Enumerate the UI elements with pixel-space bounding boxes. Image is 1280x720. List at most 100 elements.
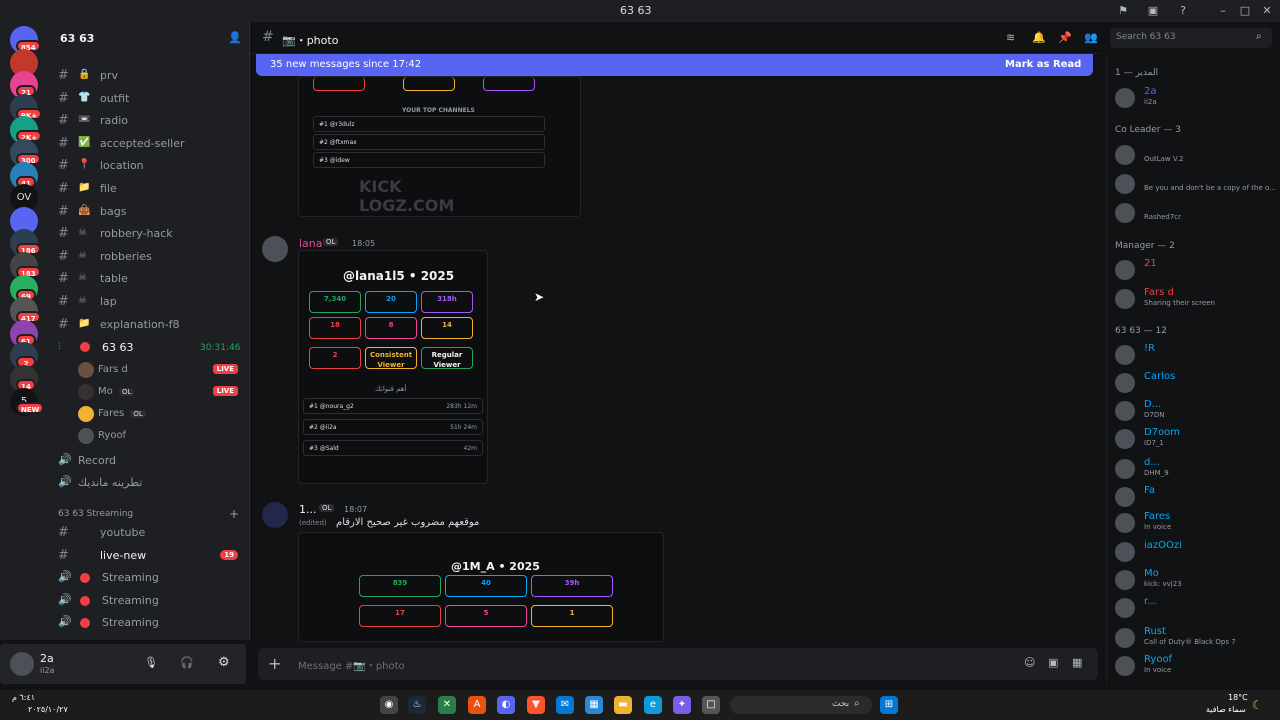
member-item[interactable]: iazOOzi [1111,540,1275,562]
brave-icon[interactable]: ▼ [527,696,545,714]
embed-wrapped-2[interactable]: @lana1l5 • 2025 7,340 20 318h 18 8 14 2 … [298,250,488,484]
speaker-icon: 🔊 [58,475,72,488]
headphones-icon[interactable]: 🎧 [180,656,194,669]
channel-name: youtube [100,526,146,539]
search-input[interactable]: Search 63 63 ⌕ [1110,28,1272,48]
voice-wave-icon: ⫶ [58,340,61,353]
taskbar-search[interactable]: بحث ⌕ [730,696,872,714]
voice-channel-item[interactable]: 🔊 Record [58,451,246,471]
outlook-icon[interactable]: ✉ [556,696,574,714]
channel-name: radio [100,114,129,128]
voice-user-name: Fars d [98,364,128,375]
channel-item[interactable]: # 🔒 prv [58,66,246,86]
channel-item[interactable]: # live-new 19 [58,546,246,566]
embed-wrapped-3[interactable]: @1M_A • 2025 839 40 39h 17 5 1 [298,532,664,642]
bell-icon[interactable]: 🔔 [1032,31,1046,44]
apps-icon[interactable]: ▦ [1072,656,1082,669]
member-item[interactable]: Fa [1111,485,1275,507]
message-author[interactable]: 1... [299,503,317,516]
member-item[interactable]: Rust Call of Duty® Black Ops 7 [1111,626,1275,648]
channel-item[interactable]: # youtube [58,523,246,543]
channel-item[interactable]: # 📁 file [58,179,246,199]
member-item[interactable]: 21 [1111,258,1275,280]
channel-item[interactable]: 🔊 Streaming [58,568,246,588]
message-author[interactable]: lana [299,237,323,250]
members-icon[interactable]: 👥 [1084,31,1098,44]
embed-wrapped-1[interactable]: YOUR TOP CHANNELS #1 @r3dulz #2 @ftxmax … [298,76,581,217]
monitor-icon[interactable]: ▣ [1146,4,1160,18]
voice-channel-item[interactable]: 🔊 تطرينه مانديك [58,473,246,493]
guild-header[interactable]: 63 63 👤 [48,22,250,54]
channel-name: robberies [100,249,152,263]
steam-icon[interactable]: ♨ [408,696,426,714]
taskbar-app-icon[interactable]: ◉ [380,696,398,714]
attach-plus-icon[interactable]: + [268,654,281,673]
channel-item[interactable]: # 👕 outfit [58,89,246,109]
add-channel-icon[interactable]: + [229,507,239,521]
settings-gear-icon[interactable]: ⚙ [218,655,230,670]
store-icon[interactable]: ▦ [585,696,603,714]
channel-item[interactable]: # 📼 radio [58,111,246,131]
minimize-icon[interactable]: – [1216,4,1230,18]
member-item[interactable]: Fars d Sharing their screen [1111,287,1275,309]
help-icon[interactable]: ? [1176,4,1190,18]
discord-icon[interactable]: ◐ [497,696,515,714]
voice-user[interactable]: Mo OL LIVE [78,382,244,402]
voice-user[interactable]: Fars d LIVE [78,360,244,380]
member-item[interactable]: Ryoof In voice [1111,654,1275,676]
member-item[interactable]: Fares In voice [1111,511,1275,533]
channel-item[interactable]: # 📁 explanation-f8 [58,315,246,335]
member-item[interactable]: Mo kick: vvj23 [1111,568,1275,590]
avatar [1115,401,1135,421]
close-icon[interactable]: ✕ [1260,4,1274,18]
threads-icon[interactable]: ≋ [1006,31,1015,44]
channel-item[interactable]: # ☠ lap [58,292,246,312]
new-messages-bar[interactable]: 35 new messages since 17:42 Mark as Read [256,54,1093,76]
folder-icon[interactable]: ▬ [614,696,632,714]
channel-item[interactable]: # ☠ robberies [58,247,246,267]
avatar[interactable] [262,236,288,262]
edge-icon[interactable]: e [644,696,662,714]
member-item[interactable]: Rashed7cr [1111,201,1275,223]
inbox-icon[interactable]: ⚑ [1116,4,1130,18]
invite-icon[interactable]: 👤 [228,31,242,44]
member-item[interactable]: D7oom ID7_1 [1111,427,1275,449]
channel-item[interactable]: 🔊 Streaming [58,613,246,633]
member-item[interactable]: D... D7DN [1111,399,1275,421]
member-item[interactable]: d... DHM_9 [1111,457,1275,479]
channel-item[interactable]: 🔊 Streaming [58,591,246,611]
channel-item[interactable]: # ☠ table [58,269,246,289]
voice-channel[interactable]: ⫶ 63 63 30:31:46 [58,338,246,358]
channel-item[interactable]: # ✅ accepted-seller [58,134,246,154]
hash-icon: # [262,29,274,45]
avatar[interactable] [10,652,34,676]
emoji-icon[interactable]: ☺ [1024,656,1035,669]
voice-user[interactable]: Ryoof [78,426,244,446]
pin-icon[interactable]: 📌 [1058,31,1072,44]
hash-icon: # [58,90,69,106]
app-icon[interactable]: A [468,696,486,714]
copilot-icon[interactable]: ✦ [673,696,691,714]
channel-item[interactable]: # ☠ robbery-hack [58,224,246,244]
member-item[interactable]: !R [1111,343,1275,365]
stat-card: 40 [445,575,527,597]
gif-icon[interactable]: ▣ [1048,656,1058,669]
message-composer[interactable]: + Message #📷・photo ☺ ▣ ▦ [258,648,1098,680]
member-item[interactable]: 2a ii2a [1111,86,1275,108]
channel-item[interactable]: # 👜 bags [58,202,246,222]
member-item[interactable]: Carlos [1111,371,1275,393]
mark-as-read-button[interactable]: Mark as Read [1005,59,1081,70]
member-item[interactable]: OutLaw V.2 [1111,143,1275,165]
avatar[interactable] [262,502,288,528]
microphone-icon[interactable]: 🎙 [144,656,158,669]
maximize-icon[interactable]: □ [1238,4,1252,18]
windows-start-icon[interactable]: ⊞ [880,696,898,714]
voice-user[interactable]: Fares OL [78,404,244,424]
xbox-icon[interactable]: ✕ [438,696,456,714]
category-streaming[interactable]: 63 63 Streaming + [58,507,246,522]
member-item[interactable]: Be you and don't be a copy of the o... [1111,172,1276,194]
app-window-icon[interactable]: □ [702,696,720,714]
channel-item[interactable]: # 📍 location [58,156,246,176]
live-badge: LIVE [212,364,238,374]
member-item[interactable]: r... [1111,596,1275,618]
